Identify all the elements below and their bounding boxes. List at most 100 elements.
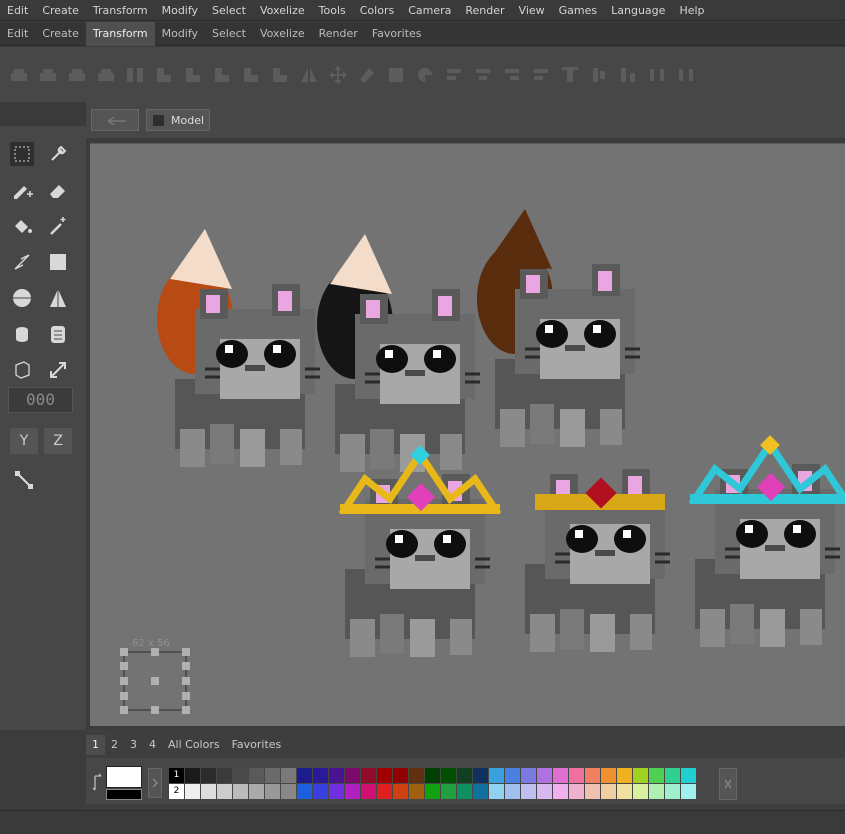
color-selector[interactable] [106,766,142,800]
align-left-icon[interactable] [444,65,464,85]
menu-camera[interactable]: Camera [401,0,458,21]
palette-tab-1[interactable]: 1 [86,735,105,755]
align-center-icon[interactable] [473,65,493,85]
color-swatch[interactable] [585,768,600,783]
paint-bucket-icon[interactable] [10,214,34,238]
color-swatch[interactable] [409,784,424,799]
color-swatch[interactable] [521,768,536,783]
color-swatch[interactable] [297,784,312,799]
menu-select[interactable]: Select [205,0,253,21]
color-swatch[interactable] [361,784,376,799]
color-swatch[interactable] [377,768,392,783]
color-swatch[interactable] [425,784,440,799]
voxel-cat-gold-crown[interactable] [338,445,502,657]
move-icon[interactable] [328,65,348,85]
menu-language[interactable]: Language [604,0,672,21]
color-swatch[interactable] [281,768,296,783]
selection-gizmo-icon[interactable] [118,648,194,714]
color-swatch[interactable] [233,768,248,783]
eyedropper-icon[interactable] [46,142,70,166]
select-rect-icon[interactable] [10,142,34,166]
color-swatch[interactable] [201,768,216,783]
tab-create[interactable]: Create [35,22,86,46]
color-swatch[interactable] [441,784,456,799]
color-swatch[interactable] [553,768,568,783]
color-swatch[interactable] [265,784,280,799]
bend-icon[interactable] [415,65,435,85]
menu-games[interactable]: Games [552,0,604,21]
voxel-cat-brown-tail[interactable] [477,209,640,447]
tab-edit[interactable]: Edit [0,22,35,46]
color-swatch[interactable] [313,768,328,783]
color-swatch[interactable] [249,768,264,783]
tab-select[interactable]: Select [205,22,253,46]
tab-modify[interactable]: Modify [155,22,205,46]
menu-colors[interactable]: Colors [353,0,401,21]
color-swatch[interactable] [425,768,440,783]
color-swatch[interactable] [457,768,472,783]
color-swatch[interactable] [329,768,344,783]
line-tool-icon[interactable] [12,468,36,492]
menu-voxelize[interactable]: Voxelize [253,0,312,21]
color-swatch[interactable] [617,768,632,783]
color-swatch[interactable] [473,784,488,799]
resize-icon[interactable] [96,65,116,85]
skew-icon[interactable] [357,65,377,85]
rotate-icon[interactable] [212,65,232,85]
color-swatch[interactable] [217,784,232,799]
flip-horizontal-icon[interactable] [125,65,145,85]
fill-box-icon[interactable] [386,65,406,85]
color-swatch[interactable] [409,768,424,783]
color-swatch[interactable] [313,784,328,799]
palette-tab-3[interactable]: 3 [124,735,143,755]
align-top-icon[interactable] [560,65,580,85]
color-swatch[interactable] [649,784,664,799]
axis-z-button[interactable]: Z [44,428,72,454]
axis-y-button[interactable]: Y [10,428,38,454]
eraser-icon[interactable] [46,178,70,202]
color-swatch[interactable] [489,784,504,799]
distribute-icon[interactable] [647,65,667,85]
color-swatch[interactable] [617,784,632,799]
cylinder-icon[interactable] [10,322,34,346]
color-swatch[interactable] [665,784,680,799]
menu-render[interactable]: Render [458,0,511,21]
tab-transform[interactable]: Transform [85,21,155,46]
palette-tab-4[interactable]: 4 [143,735,162,755]
color-swatch[interactable] [249,784,264,799]
distribute-icon[interactable] [676,65,696,85]
color-swatch[interactable] [537,768,552,783]
voxel-cat-gold-band-ruby[interactable] [525,469,670,652]
tab-voxelize[interactable]: Voxelize [253,22,312,46]
color-swatch[interactable] [345,784,360,799]
color-swatch[interactable] [681,784,696,799]
color-swatch[interactable] [601,768,616,783]
color-swatch[interactable] [521,784,536,799]
rotate-icon[interactable] [154,65,174,85]
model-viewport[interactable]: 62 x 56 [90,143,845,726]
align-bottom-icon[interactable] [618,65,638,85]
color-swatch[interactable] [569,784,584,799]
menu-edit[interactable]: Edit [0,0,35,21]
color-swatch[interactable] [569,768,584,783]
foreground-color[interactable] [106,766,142,788]
scale-arrows-icon[interactable] [46,358,70,382]
color-swatch[interactable] [233,784,248,799]
color-swatch[interactable] [217,768,232,783]
color-swatch[interactable] [345,768,360,783]
rectangle-icon[interactable] [46,250,70,274]
magic-wand-icon[interactable] [46,214,70,238]
color-swatch[interactable] [601,784,616,799]
tab-favorites[interactable]: Favorites [365,22,429,46]
mirror-icon[interactable] [299,65,319,85]
color-swatch[interactable] [329,784,344,799]
color-swatch[interactable] [377,784,392,799]
menu-create[interactable]: Create [35,0,86,21]
sphere-icon[interactable] [10,286,34,310]
cone-icon[interactable] [46,286,70,310]
color-swatch[interactable] [585,784,600,799]
menu-tools[interactable]: Tools [312,0,353,21]
menu-modify[interactable]: Modify [155,0,205,21]
color-swatch[interactable] [457,784,472,799]
cube-icon[interactable] [10,358,34,382]
